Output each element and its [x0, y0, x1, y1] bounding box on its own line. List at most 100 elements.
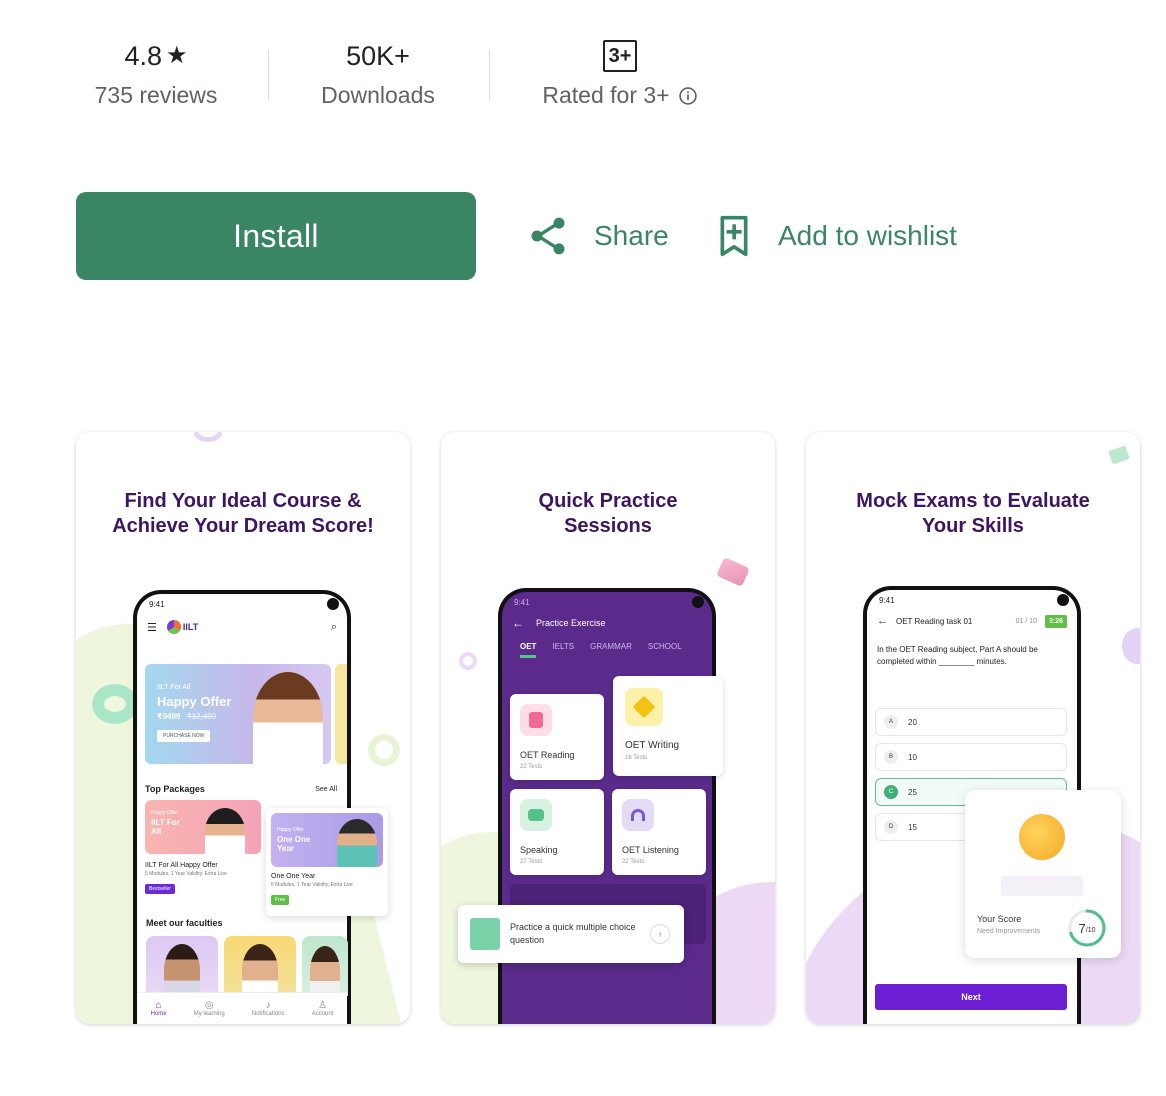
- decor-ring: [194, 432, 222, 442]
- nav-my-learning-label: My learning: [193, 1011, 225, 1017]
- see-all-link[interactable]: See All: [315, 786, 337, 793]
- tile-count: 16 Tests: [625, 755, 648, 761]
- tile-name: OET Writing: [625, 740, 680, 751]
- option-value: 25: [908, 787, 917, 797]
- menu-icon[interactable]: ☰: [147, 621, 157, 634]
- share-label: Share: [594, 220, 669, 251]
- tab-grammar[interactable]: GRAMMAR: [590, 642, 632, 658]
- purchase-now-button[interactable]: PURCHASE NOW: [157, 730, 211, 742]
- status-bar: 9:41: [502, 592, 712, 612]
- downloads-stat: 50K+ Downloads: [308, 38, 448, 109]
- screenshot-card[interactable]: Find Your Ideal Course & Achieve Your Dr…: [76, 432, 410, 1024]
- answer-option[interactable]: B 10: [875, 743, 1067, 771]
- back-arrow-icon[interactable]: ←: [877, 615, 888, 627]
- install-button[interactable]: Install: [76, 192, 476, 280]
- search-icon[interactable]: ⌕: [331, 621, 337, 634]
- tab-ielts[interactable]: IELTS: [552, 642, 574, 658]
- package-desc: 5 Modules, 1 Year Validity, Extra Live: [145, 871, 227, 877]
- tile-name: OET Listening: [622, 845, 679, 855]
- decor-donut: [92, 684, 138, 724]
- app-header: ☰ IILT ⌕: [137, 614, 347, 640]
- card-title: Quick Practice Sessions: [538, 490, 678, 537]
- wishlist-button[interactable]: Add to wishlist: [714, 210, 957, 262]
- headphones-icon: [622, 799, 654, 831]
- header-title: Practice Exercise: [536, 618, 606, 628]
- share-button[interactable]: Share: [526, 210, 669, 262]
- quiz-sheet-icon: [470, 918, 500, 950]
- banner-kicker: IILT For All: [157, 684, 191, 691]
- play-circle-icon: ◎: [204, 1000, 214, 1011]
- reading-icon: [520, 704, 552, 736]
- option-value: 10: [908, 752, 917, 762]
- practice-popup[interactable]: Practice a quick multiple choice questio…: [458, 905, 684, 963]
- banner-price: ₹9499: [157, 712, 181, 721]
- package-card[interactable]: Happy Offer One One Year One One Year 5 …: [266, 808, 388, 916]
- tab-oet[interactable]: OET: [520, 642, 537, 658]
- status-time: 9:41: [879, 595, 895, 605]
- question-progress: 01 / 10: [1015, 617, 1037, 625]
- practice-tile-oet-reading[interactable]: OET Reading 22 Tests: [510, 694, 604, 780]
- status-bar: 9:41: [867, 590, 1077, 610]
- score-card: Your Score Need Improvements 7/10: [965, 790, 1121, 958]
- next-button[interactable]: Next: [875, 984, 1067, 1010]
- app-header: ← OET Reading task 01 01 / 10 3:26: [867, 610, 1077, 632]
- banner-headline: Happy Offer: [157, 694, 232, 709]
- bookmark-add-icon: [720, 215, 748, 257]
- package-card[interactable]: Happy Offer IILT For All IILT For All Ha…: [145, 800, 261, 900]
- nav-account[interactable]: ♙ Account: [312, 1000, 334, 1017]
- top-packages-heading: Top Packages: [145, 784, 205, 794]
- tile-name: OET Reading: [520, 750, 575, 760]
- app-logo: IILT: [182, 622, 199, 632]
- option-letter: D: [884, 820, 898, 834]
- banner-person-image: [253, 672, 323, 764]
- content-rating-badge: 3+: [603, 40, 637, 72]
- screenshot-card[interactable]: Mock Exams to Evaluate Your Skills 9:41 …: [806, 432, 1140, 1024]
- tile-name: Speaking: [520, 845, 558, 855]
- rating-stat: 4.8 ★ 735 reviews: [86, 38, 226, 109]
- pencil-icon: [625, 688, 663, 726]
- logo-mark-icon: [166, 620, 181, 634]
- nav-notifications[interactable]: ♪ Notifications: [252, 1000, 285, 1017]
- rating-value: 4.8: [124, 41, 163, 71]
- status-time: 9:41: [514, 597, 530, 607]
- card-title: Mock Exams to Evaluate Your Skills: [856, 490, 1090, 537]
- practice-tile-oet-listening[interactable]: OET Listening 22 Tests: [612, 789, 706, 875]
- faculties-heading: Meet our faculties: [146, 918, 223, 928]
- question-text: In the OET Reading subject, Part A shoul…: [877, 645, 1038, 666]
- tab-school[interactable]: SCHOOL: [648, 642, 682, 658]
- practice-tile-speaking[interactable]: Speaking 27 Tests: [510, 789, 604, 875]
- share-icon: [531, 217, 565, 255]
- nav-home[interactable]: ⌂ Home: [151, 1000, 167, 1017]
- nav-my-learning[interactable]: ◎ My learning: [194, 1000, 225, 1017]
- back-arrow-icon[interactable]: ←: [512, 616, 524, 630]
- bestseller-badge: Bestseller: [145, 884, 175, 894]
- info-icon[interactable]: [678, 86, 698, 106]
- rating-value-row: 4.8 ★: [86, 38, 226, 74]
- package-image: Happy Offer One One Year: [271, 813, 383, 867]
- package-tag: Happy Offer: [277, 827, 304, 833]
- decor-ring: [459, 652, 477, 670]
- option-value: 15: [908, 822, 917, 832]
- score-total: /10: [1085, 926, 1096, 934]
- score-sublabel: Need Improvements: [977, 928, 1041, 935]
- faculty-photo: [242, 944, 278, 996]
- content-rating-badge-row: 3+: [530, 38, 710, 74]
- home-icon: ⌂: [155, 1000, 162, 1011]
- content-rating-row: Rated for 3+: [530, 82, 710, 109]
- user-icon: ♙: [318, 1000, 328, 1011]
- option-letter: B: [884, 750, 898, 764]
- status-time: 9:41: [149, 599, 165, 609]
- nav-account-label: Account: [311, 1011, 334, 1017]
- status-bar: 9:41: [137, 594, 347, 614]
- package-desc: 5 Modules, 1 Year Validity, Extra Live: [271, 882, 353, 888]
- chat-bubble-icon: [520, 799, 552, 831]
- chevron-right-icon[interactable]: ›: [650, 924, 670, 944]
- package-person-image: [337, 819, 377, 867]
- package-image: Happy Offer IILT For All: [145, 800, 261, 854]
- promo-banner[interactable]: IILT For All Happy Offer ₹9499 ₹12,499 P…: [145, 664, 331, 764]
- package-image-title: One One Year: [277, 835, 311, 853]
- practice-tile-oet-writing[interactable]: OET Writing 16 Tests: [613, 676, 723, 776]
- answer-option[interactable]: A 20: [875, 708, 1067, 736]
- tile-count: 22 Tests: [520, 764, 543, 770]
- screenshot-card[interactable]: Quick Practice Sessions 9:41 ← Practice …: [441, 432, 775, 1024]
